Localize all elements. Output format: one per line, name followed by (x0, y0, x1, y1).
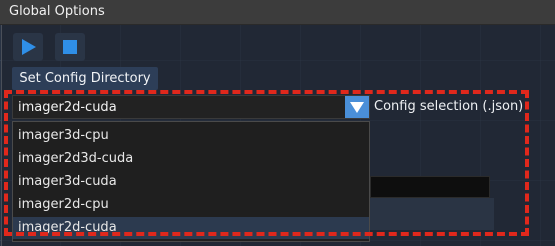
option-imager2d-cuda[interactable]: imager2d-cuda (13, 217, 369, 239)
option-imager3d-cuda[interactable]: imager3d-cuda (13, 171, 369, 193)
stop-button[interactable] (55, 33, 85, 61)
set-config-directory-button[interactable]: Set Config Directory (12, 67, 158, 90)
stop-icon (63, 40, 77, 54)
option-imager2d3d-cuda[interactable]: imager2d3d-cuda (13, 148, 369, 170)
play-button[interactable] (13, 33, 43, 61)
chevron-down-icon (350, 102, 364, 113)
window-title-bar[interactable]: Global Options (0, 0, 555, 25)
config-selection-value: imager2d-cuda (18, 100, 117, 115)
window-title: Global Options (9, 4, 105, 19)
dropdown-toggle[interactable] (345, 96, 369, 118)
option-imager2d-cpu[interactable]: imager2d-cpu (13, 194, 369, 216)
background-panel-strip (370, 198, 494, 230)
config-selection-label: Config selection (.json) (374, 99, 524, 114)
option-imager3d-cpu[interactable]: imager3d-cpu (13, 125, 369, 147)
play-icon (22, 39, 36, 55)
config-options-list: imager3d-cpu imager2d3d-cuda imager3d-cu… (12, 121, 370, 242)
background-input-field[interactable] (370, 176, 490, 198)
config-selection-dropdown[interactable]: imager2d-cuda (12, 95, 370, 119)
